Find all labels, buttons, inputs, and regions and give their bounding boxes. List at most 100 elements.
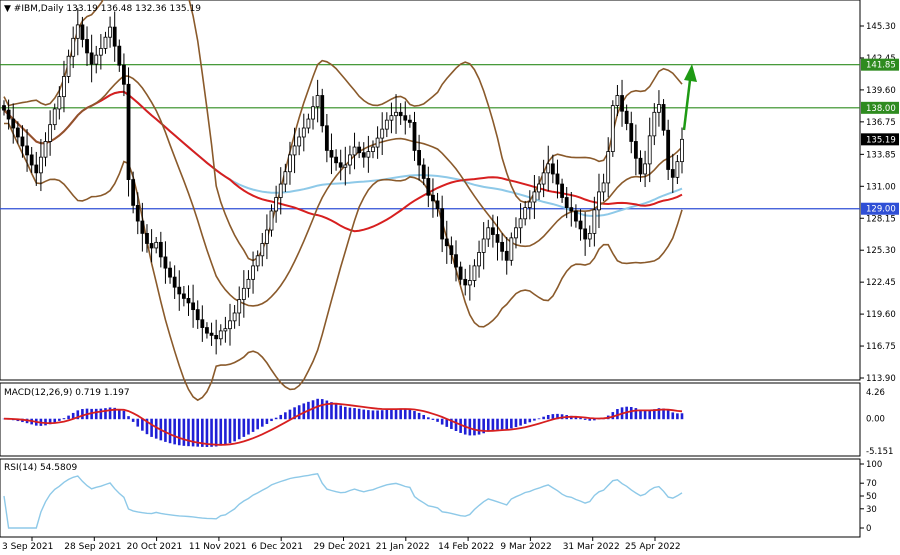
macd-histogram-bar (339, 405, 342, 420)
candle (75, 7, 80, 56)
candle (587, 225, 592, 247)
macd-histogram-bar (67, 415, 70, 420)
candle (209, 322, 214, 346)
time-tick-label: 28 Sep 2021 (64, 542, 121, 552)
macd-header: MACD(12,26,9) 0.719 1.197 (4, 388, 130, 398)
macd-histogram-bar (270, 418, 273, 422)
macd-histogram-bar (505, 418, 509, 430)
candle (320, 88, 325, 133)
macd-histogram-bar (344, 406, 347, 420)
candle (297, 127, 302, 156)
macd-histogram-bar (136, 418, 140, 427)
macd-histogram-bar (99, 408, 103, 420)
macd-histogram-bar (680, 413, 684, 420)
macd-histogram-bar (477, 418, 481, 435)
candle (467, 264, 472, 301)
candle (670, 153, 675, 193)
macd-histogram-bar (579, 418, 582, 420)
rsi-tick-label: 70 (866, 479, 877, 489)
candle (444, 220, 449, 264)
candle (394, 94, 398, 134)
candle (311, 96, 315, 130)
time-tick-label: 20 Oct 2021 (127, 542, 183, 552)
current-price-label: 135.19 (866, 135, 896, 145)
candle (375, 126, 380, 159)
candle (527, 190, 532, 220)
macd-tick-label: 4.26 (866, 388, 885, 398)
candle (657, 90, 661, 127)
candle (329, 133, 334, 175)
macd-histogram-bar (118, 409, 121, 420)
macd-histogram-bar (279, 414, 283, 420)
macd-histogram-bar (353, 408, 356, 420)
macd-histogram-bar (408, 409, 412, 420)
candle (666, 119, 671, 180)
candle (218, 324, 223, 346)
price-tick-label: 133.85 (866, 150, 896, 160)
macd-histogram-bar (676, 413, 679, 420)
candle (407, 114, 412, 128)
macd-histogram-bar (288, 409, 292, 420)
candle (560, 178, 564, 203)
macd-histogram-bar (357, 408, 361, 420)
candle (629, 111, 634, 154)
candle (357, 141, 362, 159)
candle (398, 103, 403, 125)
candle (343, 146, 348, 186)
time-tick-label: 11 Nov 2021 (189, 542, 247, 552)
macd-histogram-bar (224, 418, 227, 445)
price-tick-label: 122.45 (866, 278, 896, 288)
candle (29, 146, 34, 173)
candle (426, 166, 431, 208)
candle (334, 149, 338, 171)
candle (274, 185, 279, 223)
candle (574, 204, 578, 228)
candle (652, 103, 657, 146)
candle (361, 142, 366, 168)
candle (315, 79, 320, 123)
macd-histogram-bar (284, 412, 287, 420)
macd-histogram-bar (431, 418, 435, 420)
candle (117, 39, 122, 72)
candle (495, 216, 500, 261)
candle (500, 233, 505, 261)
candle (94, 45, 99, 74)
macd-histogram-bar (394, 408, 398, 420)
candle (89, 34, 94, 83)
time-tick-label: 9 Mar 2022 (500, 542, 551, 552)
price-chart-window: 145.30142.45139.60136.75133.85131.00128.… (0, 0, 899, 552)
candle (232, 305, 237, 329)
candle (389, 102, 394, 134)
macd-histogram-bar (205, 418, 209, 447)
candle (477, 240, 481, 278)
candle (661, 99, 666, 136)
macd-histogram-bar (403, 409, 407, 420)
macd-histogram-bar (390, 409, 393, 420)
price-tick-label: 145.30 (866, 22, 896, 32)
candle (251, 251, 255, 294)
price-tick-label: 113.90 (866, 374, 896, 384)
macd-histogram-bar (168, 418, 172, 444)
macd-histogram-bar (330, 402, 333, 420)
candle (48, 110, 53, 156)
candle (412, 111, 417, 161)
rsi-tick-label: 30 (866, 505, 877, 515)
macd-histogram-bar (380, 410, 384, 420)
macd-histogram-bar (62, 418, 66, 420)
macd-histogram-bar (528, 418, 532, 423)
macd-histogram-bar (417, 412, 421, 420)
candle (71, 26, 76, 69)
candle (122, 53, 126, 97)
macd-histogram-bar (141, 418, 144, 431)
macd-histogram-bar (274, 417, 278, 420)
candle (597, 173, 601, 229)
macd-histogram-bar (320, 399, 324, 420)
macd-histogram-bar (486, 418, 490, 432)
macd-histogram-bar (219, 418, 223, 446)
candle (583, 211, 588, 256)
candle (200, 305, 205, 342)
candle (108, 16, 112, 48)
macd-histogram-bar (496, 418, 499, 430)
candle (504, 236, 509, 275)
candle (264, 214, 269, 260)
